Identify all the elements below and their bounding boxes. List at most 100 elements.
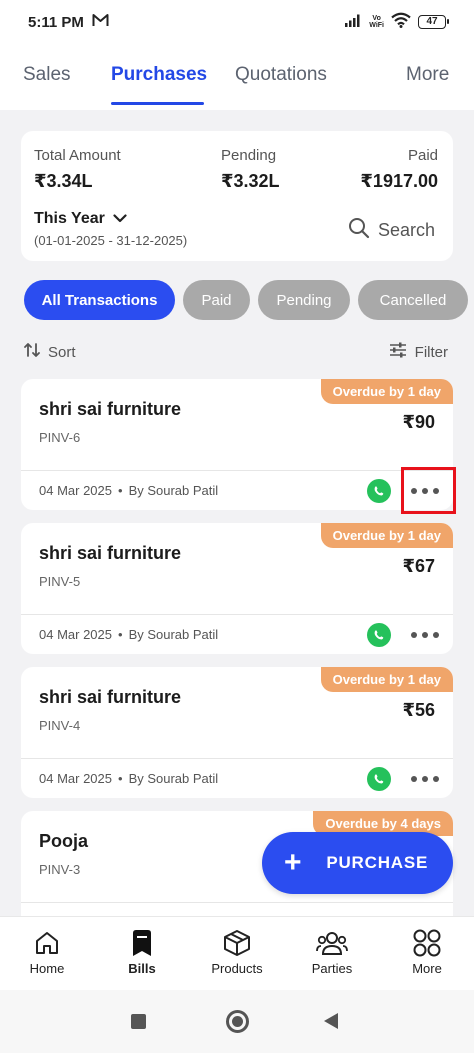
party-name: Pooja xyxy=(39,831,89,851)
invoice-date: 04 Mar 2025 xyxy=(39,771,112,786)
overdue-badge: Overdue by 1 day xyxy=(320,379,453,404)
party-name: shri sai furniture xyxy=(39,399,182,419)
invoice-date: 04 Mar 2025 xyxy=(39,483,112,498)
chip-paid[interactable]: Paid xyxy=(183,280,250,320)
chevron-down-icon xyxy=(113,210,127,228)
total-amount-value: ₹3.34L xyxy=(34,171,93,191)
bills-icon xyxy=(130,929,154,960)
plus-icon: + xyxy=(284,846,303,879)
whatsapp-icon[interactable] xyxy=(367,479,391,503)
created-by: By Sourab Patil xyxy=(128,483,219,498)
summary-card: Total Amount ₹3.34L Pending ₹3.32L Paid … xyxy=(21,131,453,261)
card-meta: 04 Mar 2025 • By Sourab Patil xyxy=(39,483,218,498)
filter-chips: All Transactions Paid Pending Cancelled xyxy=(24,280,474,320)
party-name: shri sai furniture xyxy=(39,543,182,563)
more-options-icon[interactable] xyxy=(411,770,439,788)
invoice-number: PINV-5 xyxy=(39,574,81,589)
card-divider xyxy=(21,470,453,471)
pending-value: ₹3.32L xyxy=(221,171,280,191)
transaction-card[interactable]: Overdue by 1 day shri sai furniture PINV… xyxy=(21,667,453,798)
nav-home[interactable]: Home xyxy=(7,927,87,976)
wifi-icon xyxy=(391,12,411,32)
invoice-number: PINV-6 xyxy=(39,430,81,445)
period-range: (01-01-2025 - 31-12-2025) xyxy=(34,233,188,248)
tab-purchases[interactable]: Purchases xyxy=(111,64,207,86)
gmail-icon xyxy=(92,13,109,31)
box-icon xyxy=(222,928,252,961)
active-tab-indicator xyxy=(111,102,204,105)
period-dropdown[interactable]: This Year xyxy=(34,210,127,228)
nav-products[interactable]: Products xyxy=(197,927,277,976)
sort-button[interactable]: Sort xyxy=(24,342,76,362)
invoice-amount: ₹56 xyxy=(402,700,435,720)
overdue-badge: Overdue by 1 day xyxy=(320,523,453,548)
dot-separator: • xyxy=(118,483,123,498)
system-navigation-bar xyxy=(0,990,474,1053)
overdue-badge: Overdue by 1 day xyxy=(320,667,453,692)
period-label: This Year xyxy=(34,210,105,227)
signal-icon xyxy=(344,13,362,31)
home-icon xyxy=(33,929,61,960)
tab-more[interactable]: More xyxy=(406,64,449,86)
bottom-navigation: Home Bills Products Parties More xyxy=(0,916,474,990)
chip-all-transactions[interactable]: All Transactions xyxy=(24,280,175,320)
dot-separator: • xyxy=(118,771,123,786)
pending-label: Pending xyxy=(221,147,277,164)
total-amount-label: Total Amount xyxy=(34,147,121,164)
filter-button[interactable]: Filter xyxy=(389,342,448,362)
party-name: shri sai furniture xyxy=(39,687,182,707)
card-meta: 04 Mar 2025 • By Sourab Patil xyxy=(39,771,218,786)
volte-indicator: Vo WiFi xyxy=(369,15,384,29)
sort-label: Sort xyxy=(48,343,76,361)
paid-value: ₹1917.00 xyxy=(360,171,438,191)
people-icon xyxy=(316,929,348,960)
recents-square-icon[interactable] xyxy=(131,1014,146,1029)
card-divider xyxy=(21,758,453,759)
sort-filter-row: Sort Filter xyxy=(24,342,448,362)
filter-sliders-icon xyxy=(389,342,407,362)
invoice-amount: ₹67 xyxy=(402,556,435,576)
search-button[interactable]: Search xyxy=(348,217,435,244)
top-tabs: Sales Purchases Quotations More xyxy=(0,44,474,110)
tab-quotations[interactable]: Quotations xyxy=(235,64,327,86)
add-purchase-button[interactable]: + PURCHASE xyxy=(262,832,453,894)
battery-icon: 47 xyxy=(418,15,449,29)
whatsapp-icon[interactable] xyxy=(367,767,391,791)
nav-parties[interactable]: Parties xyxy=(292,927,372,976)
nav-products-label: Products xyxy=(211,961,263,976)
created-by: By Sourab Patil xyxy=(128,627,219,642)
nav-more[interactable]: More xyxy=(387,927,467,976)
more-options-icon[interactable] xyxy=(411,626,439,644)
dot-separator: • xyxy=(118,627,123,642)
status-bar: 5:11 PM Vo WiFi 47 xyxy=(0,0,474,44)
nav-home-label: Home xyxy=(29,961,65,976)
chip-pending[interactable]: Pending xyxy=(258,280,350,320)
created-by: By Sourab Patil xyxy=(128,771,219,786)
invoice-date: 04 Mar 2025 xyxy=(39,627,112,642)
search-icon xyxy=(348,217,370,244)
highlight-box xyxy=(401,467,456,514)
status-time: 5:11 PM xyxy=(28,13,84,31)
back-triangle-icon[interactable] xyxy=(323,1012,339,1035)
card-divider xyxy=(21,614,453,615)
search-label: Search xyxy=(377,220,435,240)
invoice-number: PINV-4 xyxy=(39,718,81,733)
invoice-amount: ₹90 xyxy=(402,412,435,432)
filter-label: Filter xyxy=(414,343,448,361)
paid-label: Paid xyxy=(407,147,438,164)
card-meta: 04 Mar 2025 • By Sourab Patil xyxy=(39,627,218,642)
tab-sales[interactable]: Sales xyxy=(23,64,71,86)
chip-cancelled[interactable]: Cancelled xyxy=(358,280,468,320)
home-circle-icon[interactable] xyxy=(226,1010,249,1033)
grid-icon xyxy=(412,928,442,961)
whatsapp-icon[interactable] xyxy=(367,623,391,647)
invoice-number: PINV-3 xyxy=(39,862,81,877)
sort-icon xyxy=(24,342,40,362)
transaction-card[interactable]: Overdue by 1 day shri sai furniture PINV… xyxy=(21,523,453,654)
nav-bills[interactable]: Bills xyxy=(102,927,182,976)
transaction-card[interactable]: Overdue by 1 day shri sai furniture PINV… xyxy=(21,379,453,510)
nav-parties-label: Parties xyxy=(311,961,353,976)
card-divider xyxy=(21,902,453,903)
add-purchase-label: PURCHASE xyxy=(326,853,429,872)
nav-bills-label: Bills xyxy=(128,961,156,976)
